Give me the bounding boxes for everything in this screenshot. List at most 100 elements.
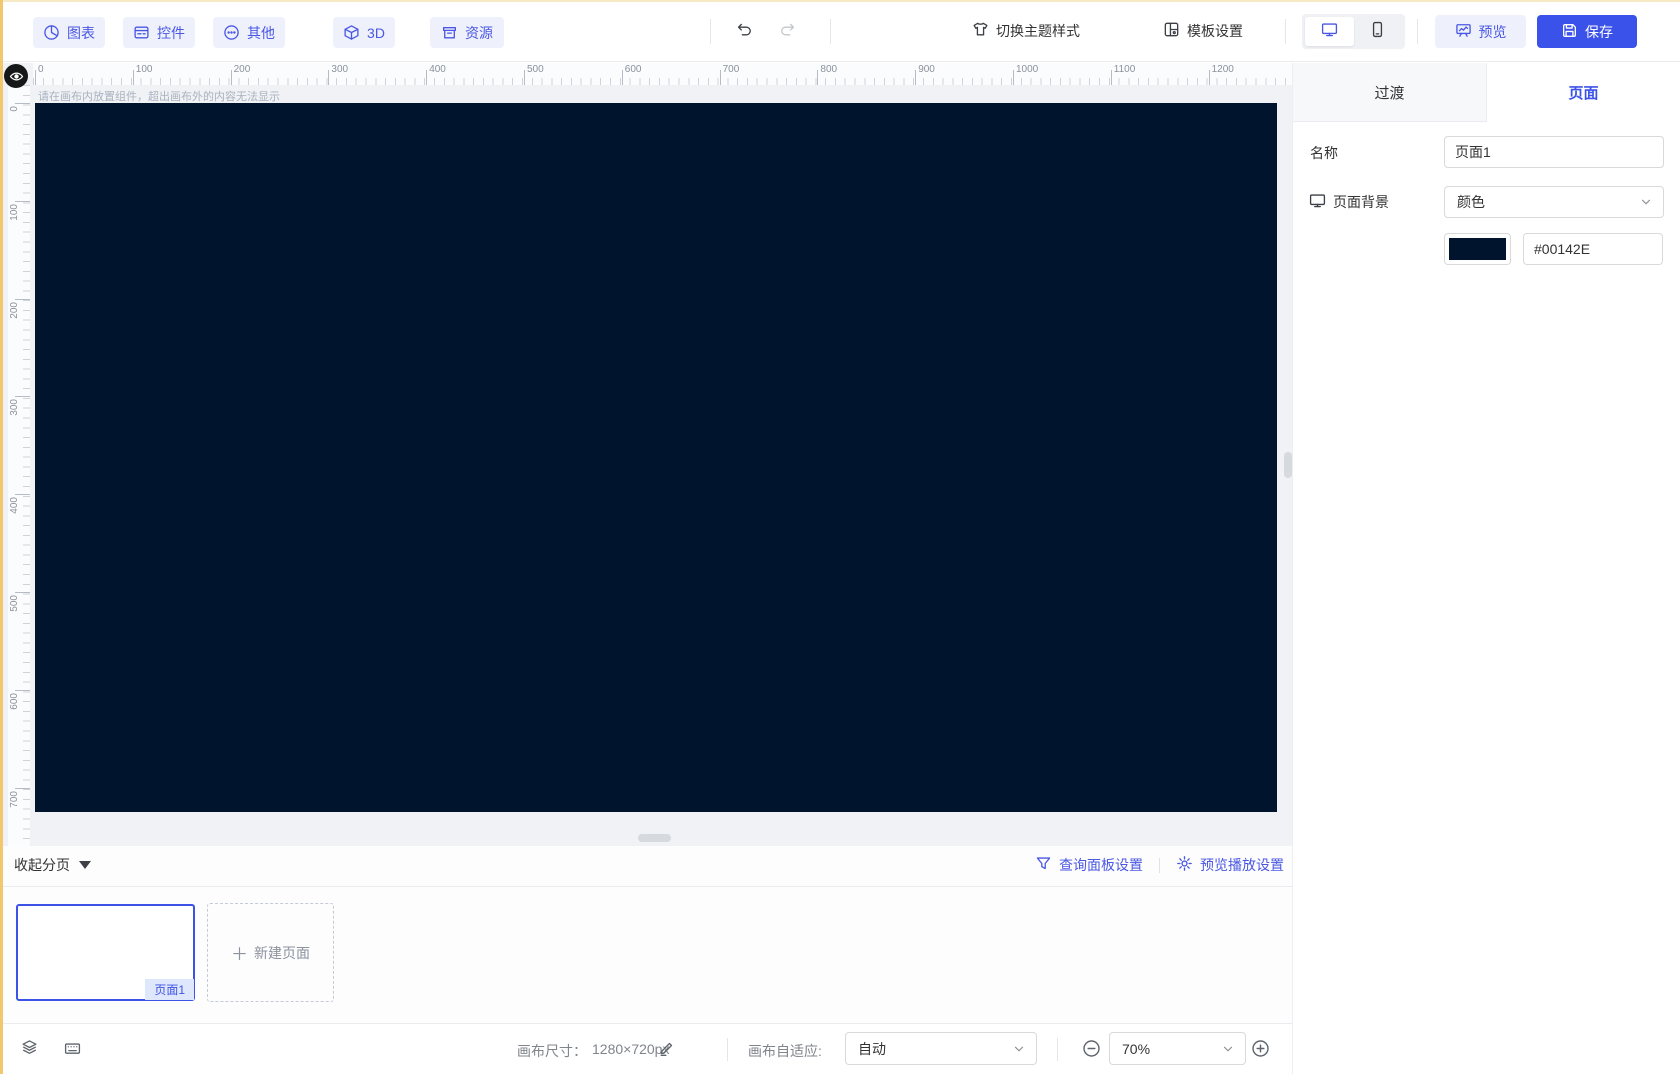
query-panel-settings-label: 查询面板设置	[1059, 857, 1143, 873]
preview-label: 预览	[1478, 23, 1507, 40]
visibility-toggle-button[interactable]	[4, 64, 28, 88]
ruler-label: 700	[9, 790, 20, 808]
vertical-scrollbar[interactable]	[1284, 452, 1292, 478]
pages-panel: 收起分页 查询面板设置 预览播放设置 页面1 ＋ 新建页面	[0, 846, 1292, 1023]
ruler-label: 1000	[1016, 64, 1039, 75]
save-label: 保存	[1585, 23, 1613, 40]
ruler-label: 900	[918, 64, 935, 75]
zoom-in-button[interactable]	[1251, 1039, 1270, 1058]
preview-play-settings-label: 预览播放设置	[1200, 857, 1284, 873]
tab-page[interactable]: 页面	[1487, 63, 1680, 122]
ruler-label: 800	[820, 64, 838, 75]
category-button-1[interactable]: 图表	[33, 17, 105, 48]
zoom-out-button[interactable]	[1082, 1039, 1101, 1058]
ruler-label: 200	[233, 64, 251, 75]
links-divider	[1159, 857, 1160, 873]
chevron-down-icon	[1012, 1042, 1026, 1056]
ruler-tick	[15, 103, 30, 104]
edit-canvas-size-button[interactable]	[658, 1040, 675, 1057]
preview-board-icon	[1455, 22, 1472, 42]
window-icon	[133, 24, 150, 41]
page-thumbnail-1[interactable]: 页面1	[16, 904, 195, 1001]
ruler-tick	[915, 70, 917, 85]
zoom-level-select[interactable]: 70%	[1109, 1032, 1246, 1065]
ruler-tick	[35, 70, 36, 85]
switch-theme-button[interactable]: 切换主题样式	[972, 20, 1080, 42]
layers-icon	[21, 1040, 38, 1059]
zoom-level-value: 70%	[1122, 1040, 1151, 1057]
ruler-label: 700	[722, 64, 740, 75]
statusbar-divider	[1057, 1038, 1058, 1061]
background-color-swatch[interactable]	[1444, 233, 1511, 265]
keyboard-icon	[64, 1043, 81, 1060]
category-button-2[interactable]: 控件	[123, 17, 195, 48]
redo-button[interactable]	[779, 21, 796, 38]
ruler-tick	[1208, 70, 1210, 85]
horizontal-scrollbar[interactable]	[638, 834, 671, 842]
category-label: 资源	[465, 24, 493, 41]
new-page-button[interactable]: ＋ 新建页面	[207, 903, 334, 1002]
toolbar-divider	[1285, 19, 1286, 44]
plus-circle-icon	[1251, 1040, 1270, 1061]
ruler-label: 600	[9, 692, 20, 710]
triangle-down-icon	[79, 861, 91, 869]
monitor-small-icon	[1309, 192, 1326, 212]
page-name-input[interactable]	[1444, 136, 1664, 168]
canvas-fit-label: 画布自适应:	[748, 1043, 822, 1059]
ruler-label: 500	[9, 595, 20, 612]
template-settings-button[interactable]: 模板设置	[1163, 20, 1243, 42]
settings-tabs: 过渡 页面	[1293, 63, 1680, 122]
background-type-value: 颜色	[1457, 194, 1485, 210]
canvas-workspace: 0 100 200 300 400 500 600 700 800 900 1000 1100 1200…	[0, 63, 1292, 846]
collapse-pages-button[interactable]: 收起分页	[14, 855, 91, 875]
phone-icon	[1369, 21, 1386, 43]
canvas-fit-value: 自动	[858, 1040, 886, 1057]
toolbar-divider	[1417, 19, 1418, 44]
undo-icon	[736, 23, 753, 41]
pencil-icon	[658, 1042, 675, 1060]
query-panel-settings-button[interactable]: 查询面板设置	[1035, 855, 1143, 875]
ruler-tick	[524, 70, 525, 85]
ruler-label: 400	[429, 64, 446, 75]
design-canvas[interactable]	[35, 103, 1277, 812]
page-settings-panel: 过渡 页面 名称 页面背景 颜色	[1292, 63, 1680, 1074]
canvas-fit-select[interactable]: 自动	[845, 1032, 1037, 1065]
cube-icon	[343, 24, 360, 41]
background-type-select[interactable]: 颜色	[1444, 186, 1664, 218]
ruler-label: 100	[9, 203, 20, 221]
ruler-label: 100	[135, 64, 153, 75]
ruler-tick	[15, 298, 30, 300]
ruler-tick	[426, 70, 428, 85]
preview-play-settings-button[interactable]: 预览播放设置	[1176, 855, 1284, 875]
ruler-label: 400	[9, 497, 20, 514]
screenshot-left-edge	[0, 0, 3, 1074]
tab-transition[interactable]: 过渡	[1293, 63, 1487, 122]
collapse-pages-label: 收起分页	[14, 857, 70, 873]
top-toolbar: 图表 控件 其他 3D 资源 切换主题样式 模板设置 预览 保存	[0, 0, 1680, 62]
layers-panel-button[interactable]	[21, 1039, 38, 1056]
redo-icon	[779, 23, 796, 41]
category-button-4[interactable]: 3D	[333, 17, 395, 48]
category-label: 控件	[157, 24, 185, 41]
category-button-3[interactable]: 其他	[213, 17, 285, 48]
gear-icon	[1176, 855, 1193, 875]
ruler-tick	[817, 70, 819, 85]
ruler-tick	[132, 70, 134, 85]
pages-panel-links: 查询面板设置 预览播放设置	[1035, 855, 1284, 875]
page-thumbnail-name: 页面1	[145, 979, 194, 1000]
save-button[interactable]: 保存	[1537, 15, 1637, 48]
undo-button[interactable]	[736, 21, 753, 38]
status-bar: 画布尺寸： 1280×720px 画布自适应: 自动 70%	[0, 1023, 1292, 1074]
component-panel-button[interactable]	[64, 1040, 81, 1057]
screenshot-top-edge	[0, 0, 1680, 2]
monitor-icon	[1321, 21, 1338, 43]
preview-button[interactable]: 预览	[1435, 15, 1526, 48]
category-button-5[interactable]: 资源	[430, 17, 504, 48]
ruler-label: 300	[9, 399, 20, 417]
mobile-mode-button[interactable]	[1354, 17, 1403, 46]
theme-shirt-icon	[972, 21, 989, 41]
background-color-hex-input[interactable]	[1523, 233, 1663, 265]
desktop-mode-button[interactable]	[1305, 17, 1354, 46]
ruler-tick	[1110, 70, 1112, 85]
chevron-down-icon	[1639, 195, 1653, 209]
